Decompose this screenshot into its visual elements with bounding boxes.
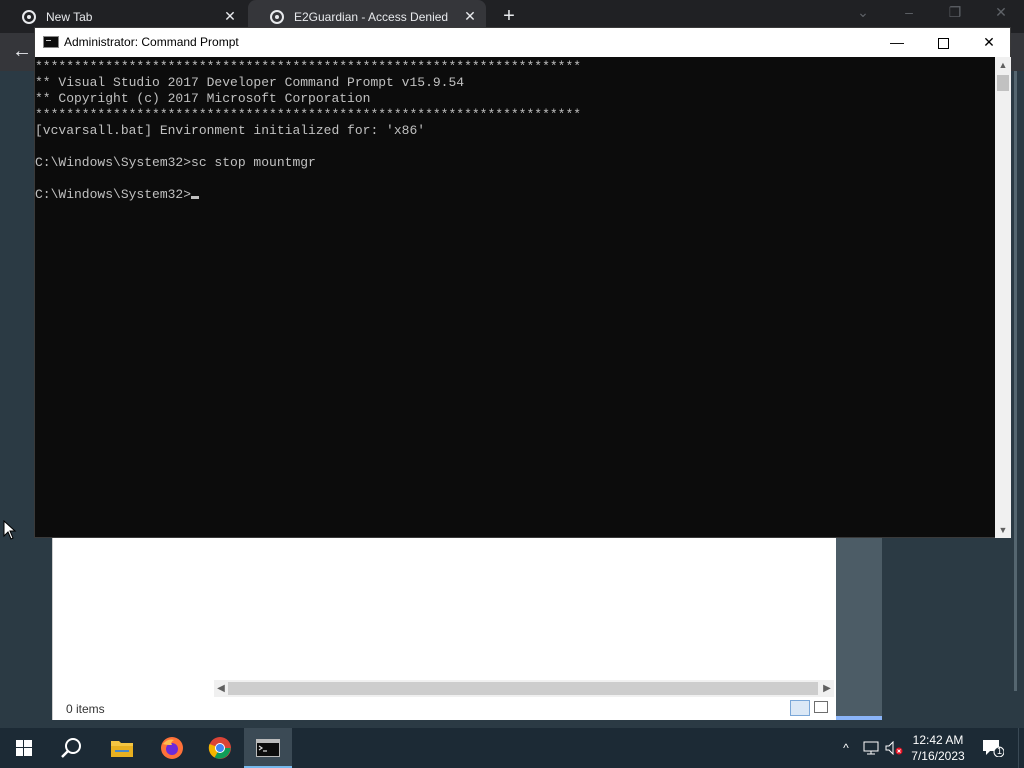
globe-tab-icon bbox=[270, 9, 284, 24]
prompt-text: C:\Windows\System32> bbox=[35, 187, 192, 202]
new-tab-button[interactable]: + bbox=[500, 6, 518, 26]
window-title: Administrator: Command Prompt bbox=[64, 35, 239, 49]
desktop-screen: New Tab ✕ E2Guardian - Access Denied ✕ +… bbox=[0, 0, 1024, 768]
item-count-status: 0 items bbox=[66, 702, 105, 716]
chrome-icon bbox=[208, 737, 231, 759]
command-prompt-window[interactable]: Administrator: Command Prompt — ✕ ******… bbox=[34, 27, 1011, 538]
console-line: [vcvarsall.bat] Environment initialized … bbox=[35, 123, 426, 138]
tab-search-icon[interactable]: ⌄ bbox=[854, 4, 872, 21]
command-prompt-taskbar-button[interactable] bbox=[244, 728, 292, 768]
show-hidden-icons-chevron-icon[interactable]: ^ bbox=[838, 728, 854, 768]
browser-minimize-icon[interactable]: – bbox=[900, 4, 918, 20]
start-button[interactable] bbox=[0, 728, 48, 768]
browser-close-icon[interactable]: ✕ bbox=[992, 4, 1010, 21]
scroll-left-icon[interactable]: ◀ bbox=[214, 680, 228, 697]
scrollbar-thumb[interactable] bbox=[228, 682, 818, 695]
tab-close-icon[interactable]: ✕ bbox=[222, 8, 238, 24]
command-prompt-icon bbox=[256, 739, 280, 757]
windows-logo-icon bbox=[16, 740, 32, 756]
console-line: ** Copyright (c) 2017 Microsoft Corporat… bbox=[35, 91, 371, 106]
vertical-scrollbar[interactable]: ▲ ▼ bbox=[995, 57, 1011, 538]
explorer-side-panel bbox=[836, 536, 882, 720]
volume-muted-icon[interactable] bbox=[884, 728, 904, 768]
notification-count: 1 bbox=[997, 746, 1003, 756]
scroll-down-icon[interactable]: ▼ bbox=[995, 523, 1011, 537]
console-area[interactable]: ****************************************… bbox=[35, 57, 995, 537]
large-icons-view-icon[interactable] bbox=[814, 701, 828, 713]
maximize-button[interactable] bbox=[920, 28, 966, 57]
search-icon bbox=[61, 738, 81, 758]
console-line: C:\Windows\System32>sc stop mountmgr bbox=[35, 155, 316, 170]
console-line: ****************************************… bbox=[35, 107, 582, 122]
firefox-icon bbox=[161, 737, 183, 759]
clock-time: 12:42 AM bbox=[912, 733, 964, 747]
mouse-pointer-icon bbox=[3, 520, 17, 540]
chrome-button[interactable] bbox=[196, 728, 244, 768]
scrollbar-thumb[interactable] bbox=[997, 75, 1009, 91]
tab-close-icon[interactable]: ✕ bbox=[462, 8, 478, 24]
console-output: ****************************************… bbox=[35, 57, 995, 203]
search-button[interactable] bbox=[48, 728, 96, 768]
maximize-icon bbox=[937, 37, 949, 49]
network-icon-glyph bbox=[863, 741, 879, 755]
chrome-tab-icon bbox=[22, 9, 36, 24]
scroll-up-icon[interactable]: ▲ bbox=[995, 58, 1011, 72]
command-prompt-icon bbox=[43, 36, 59, 48]
scrollbar-thumb[interactable] bbox=[1014, 71, 1017, 691]
scroll-right-icon[interactable]: ▶ bbox=[820, 680, 834, 697]
tab-title: E2Guardian - Access Denied bbox=[294, 9, 449, 24]
show-desktop-button[interactable] bbox=[1018, 728, 1024, 768]
action-center-button[interactable]: 1 bbox=[978, 728, 1008, 768]
accent-bar bbox=[836, 716, 882, 720]
clock[interactable]: 12:42 AM 7/16/2023 bbox=[906, 728, 970, 768]
speaker-icon bbox=[885, 741, 903, 755]
back-arrow-icon[interactable]: ← bbox=[12, 40, 32, 63]
minimize-button[interactable]: — bbox=[874, 28, 920, 57]
close-button[interactable]: ✕ bbox=[966, 28, 1012, 57]
horizontal-scrollbar[interactable]: ◀ ▶ bbox=[214, 680, 834, 697]
tab-title: New Tab bbox=[46, 9, 93, 24]
text-cursor bbox=[191, 196, 200, 199]
prompt-line[interactable]: C:\Windows\System32> bbox=[35, 187, 995, 203]
folder-icon bbox=[111, 741, 133, 757]
firefox-button[interactable] bbox=[148, 728, 196, 768]
file-explorer-button[interactable] bbox=[98, 728, 146, 768]
console-line: ** Visual Studio 2017 Developer Command … bbox=[35, 75, 465, 90]
network-icon[interactable] bbox=[860, 728, 882, 768]
title-bar[interactable]: Administrator: Command Prompt — ✕ bbox=[35, 28, 1010, 57]
details-view-icon[interactable] bbox=[790, 700, 810, 716]
browser-restore-icon[interactable]: ❐ bbox=[946, 4, 964, 21]
taskbar: ^ 12:42 AM 7/16/2023 1 bbox=[0, 728, 1024, 768]
clock-date: 7/16/2023 bbox=[911, 749, 965, 763]
console-line: ****************************************… bbox=[35, 59, 582, 74]
